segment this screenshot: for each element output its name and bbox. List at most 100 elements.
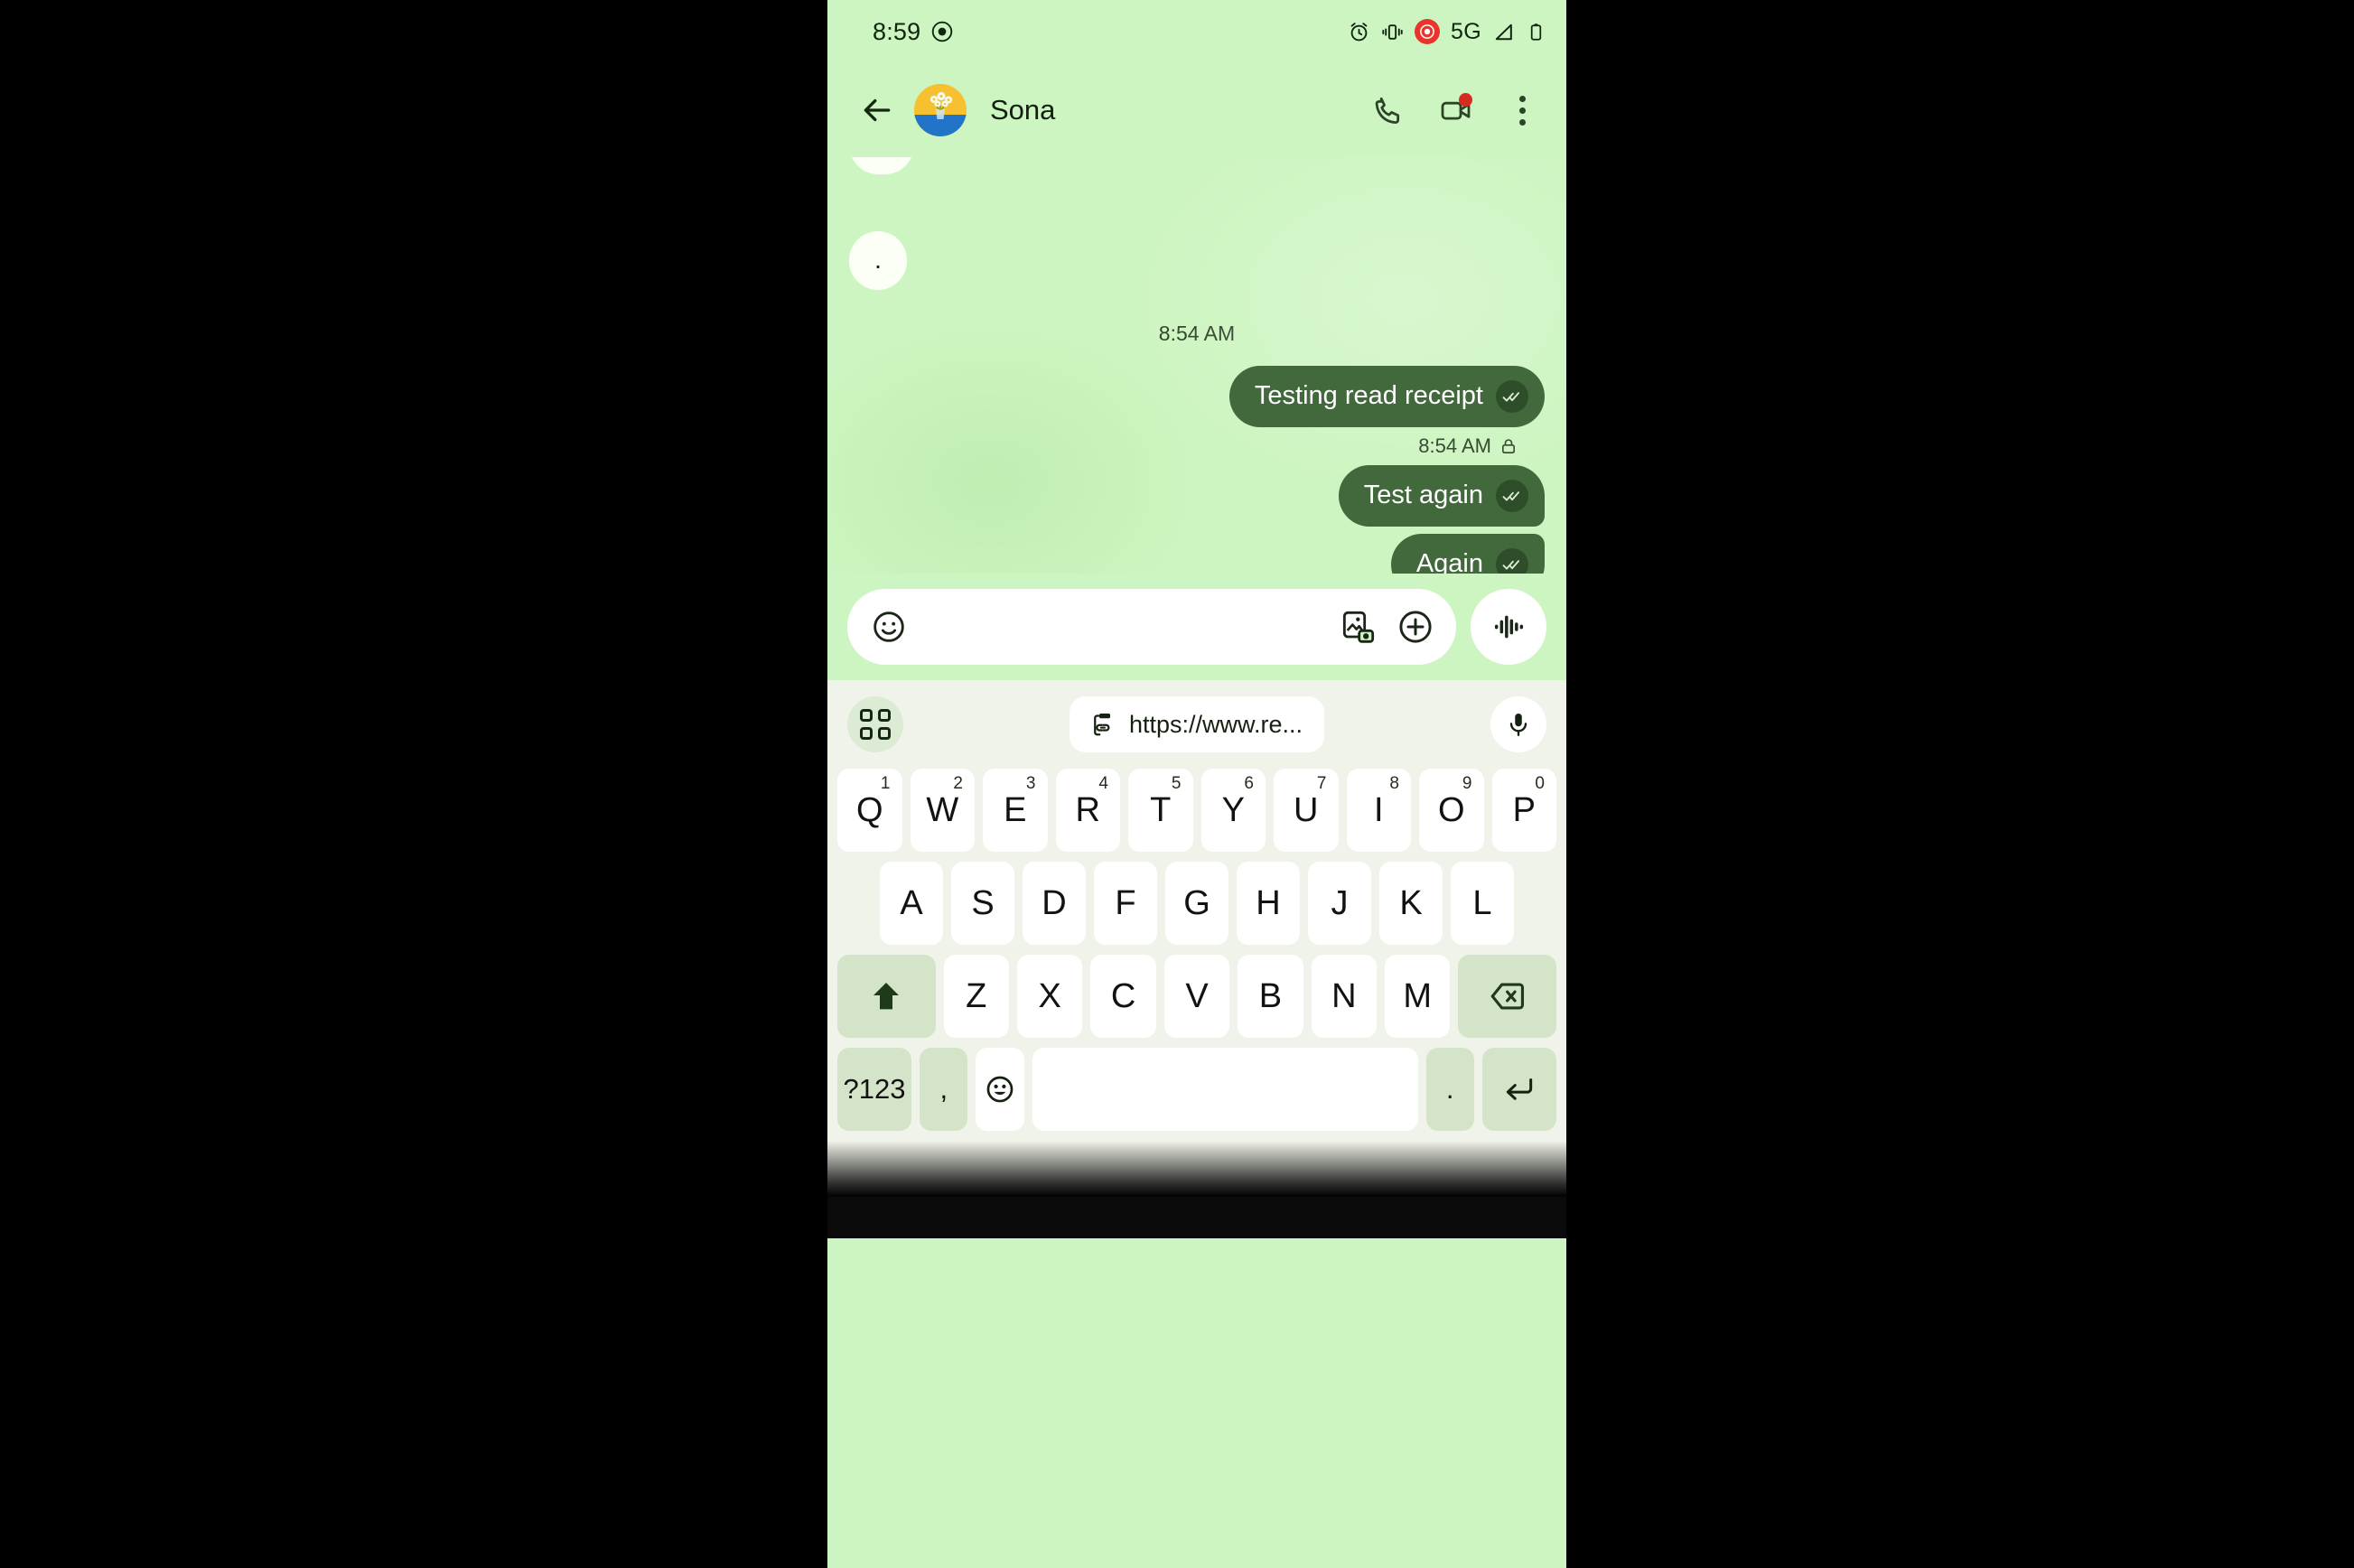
message-composer [827, 574, 1566, 680]
received-bubble[interactable]: .. [849, 157, 915, 175]
key-label: I [1373, 790, 1384, 829]
key-number: 9 [1462, 774, 1472, 793]
network-type-label: 5G [1451, 18, 1481, 44]
message-input-field[interactable] [847, 589, 1456, 665]
overflow-menu-button[interactable] [1494, 82, 1550, 138]
app-bar-actions [1360, 82, 1550, 138]
key-r[interactable]: R4 [1055, 769, 1120, 852]
system-navigation-bar [827, 1197, 1566, 1238]
key-label: M [1403, 976, 1433, 1015]
conversation-app-bar: Sona [827, 63, 1566, 157]
alarm-icon [1348, 21, 1370, 43]
key-g[interactable]: G [1165, 862, 1228, 945]
key-s[interactable]: S [951, 862, 1014, 945]
key-z[interactable]: Z [943, 955, 1009, 1038]
backspace-key[interactable] [1458, 955, 1557, 1038]
table-row: Testing read receipt [849, 366, 1545, 427]
key-u[interactable]: U7 [1274, 769, 1339, 852]
key-label: E [1004, 790, 1027, 829]
emoji-key[interactable] [976, 1048, 1024, 1131]
enter-return-icon [1502, 1072, 1537, 1106]
key-v[interactable]: V [1163, 955, 1230, 1038]
gallery-camera-icon[interactable] [1340, 609, 1377, 645]
comma-key[interactable]: , [920, 1048, 968, 1131]
key-label: N [1331, 976, 1357, 1015]
key-number: 3 [1025, 774, 1036, 793]
key-c[interactable]: C [1090, 955, 1156, 1038]
back-arrow-icon [860, 93, 894, 127]
key-number: 8 [1389, 774, 1399, 793]
status-bar-right: 5G [1348, 19, 1546, 45]
key-a[interactable]: A [880, 862, 943, 945]
key-o[interactable]: O9 [1419, 769, 1484, 852]
sent-bubble[interactable]: Test again [1338, 465, 1545, 527]
avatar[interactable] [914, 84, 967, 136]
audio-message-button[interactable] [1471, 589, 1546, 665]
sent-bubble[interactable]: Again [1390, 534, 1545, 574]
table-row: Test again [849, 465, 1545, 527]
key-label: V [1185, 976, 1209, 1015]
read-receipt-icon [1496, 480, 1528, 512]
key-w[interactable]: W2 [910, 769, 975, 852]
key-y[interactable]: Y6 [1200, 769, 1266, 852]
contact-name[interactable]: Sona [990, 94, 1055, 126]
enter-key[interactable] [1481, 1048, 1556, 1131]
keyboard-row-4: ?123 , . [833, 1048, 1561, 1141]
shift-up-icon [868, 978, 904, 1014]
key-b[interactable]: B [1238, 955, 1303, 1038]
key-p[interactable]: P0 [1491, 769, 1556, 852]
key-label: W [926, 790, 959, 829]
received-bubble[interactable]: . [849, 231, 908, 291]
emoji-smiley-icon[interactable] [871, 609, 907, 645]
read-receipt-icon [1496, 548, 1528, 574]
shift-key[interactable] [836, 955, 936, 1038]
emoji-key-icon [985, 1074, 1015, 1105]
key-m[interactable]: M [1385, 955, 1451, 1038]
screen-record-icon [930, 20, 954, 43]
key-number: 2 [953, 774, 963, 793]
symbols-key[interactable]: ?123 [837, 1048, 912, 1131]
key-i[interactable]: I8 [1346, 769, 1411, 852]
key-n[interactable]: N [1311, 955, 1378, 1038]
clipboard-suggestion-text: https://www.re... [1128, 710, 1303, 738]
on-screen-keyboard[interactable]: https://www.re... Q1 W2 E3 R4 T5 Y6 U7 I… [827, 680, 1566, 1197]
key-number: 7 [1316, 774, 1327, 793]
period-key[interactable]: . [1425, 1048, 1474, 1131]
key-label: O [1437, 790, 1465, 829]
message-text: Again [1415, 549, 1483, 574]
lock-icon [1499, 437, 1518, 455]
video-call-button[interactable] [1427, 82, 1483, 138]
key-d[interactable]: D [1023, 862, 1086, 945]
key-k[interactable]: K [1379, 862, 1443, 945]
key-h[interactable]: H [1237, 862, 1300, 945]
key-label: B [1258, 976, 1283, 1015]
message-meta: 8:54 AM [849, 434, 1518, 458]
clipboard-suggestion-chip[interactable]: https://www.re... [1069, 696, 1325, 752]
key-x[interactable]: X [1016, 955, 1083, 1038]
key-label: ?123 [843, 1073, 906, 1105]
key-f[interactable]: F [1094, 862, 1157, 945]
plus-circle-icon[interactable] [1397, 608, 1434, 646]
key-label: Z [966, 976, 987, 1015]
space-key[interactable] [1032, 1048, 1418, 1131]
voice-input-button[interactable] [1490, 696, 1546, 752]
keyboard-bottom-fade [827, 1141, 1566, 1197]
key-q[interactable]: Q1 [837, 769, 902, 852]
more-vert-icon [1518, 95, 1526, 126]
key-label: L [1472, 883, 1492, 922]
key-label: C [1110, 976, 1136, 1015]
key-t[interactable]: T5 [1128, 769, 1193, 852]
clipboard-link-icon [1091, 711, 1118, 738]
app-grid-icon[interactable] [847, 696, 903, 752]
key-label: X [1038, 976, 1061, 1015]
voice-call-button[interactable] [1360, 82, 1416, 138]
message-thread[interactable]: .. . 8:54 AM Testing read receipt 8:54 A… [827, 157, 1566, 574]
phone-screen: 8:59 5G Sona . 8:54 AM Testing read rece… [827, 0, 1566, 1568]
sent-bubble[interactable]: Testing read receipt [1228, 366, 1545, 427]
key-j[interactable]: J [1308, 862, 1371, 945]
key-e[interactable]: E3 [983, 769, 1048, 852]
key-number: 6 [1244, 774, 1254, 793]
back-button[interactable] [849, 82, 905, 138]
key-l[interactable]: L [1451, 862, 1514, 945]
microphone-icon [1505, 711, 1532, 738]
